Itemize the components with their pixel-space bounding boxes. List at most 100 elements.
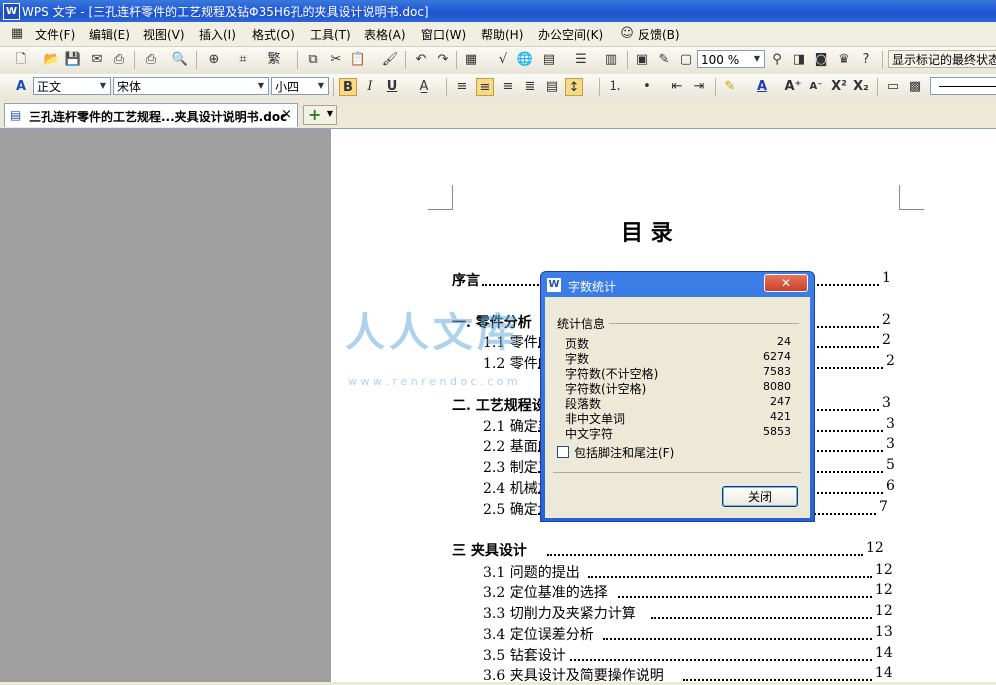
toc-entry-text: 序言 [452,273,480,289]
grow-font-icon[interactable]: A⁺ [784,78,802,96]
wps-app-icon: W [3,3,20,20]
toc-dot-leader [570,659,872,661]
toc-page-number: 12 [866,540,884,556]
save-icon[interactable]: 💾 [64,51,82,69]
zoom-combo[interactable]: 100 % ▼ [697,50,765,68]
email-icon[interactable]: ✉ [88,51,106,69]
align-right-icon[interactable]: ≡ [499,78,517,96]
styles-icon[interactable]: A [12,78,30,96]
italic-button[interactable]: I [361,78,379,96]
open-folder-icon[interactable]: 📂 [43,51,61,69]
menu-window[interactable]: 窗口(W) [421,26,466,43]
toc-dot-leader [651,617,872,619]
formula-icon[interactable]: √ [494,51,512,69]
menu-insert[interactable]: 插入(I) [199,26,236,43]
menu-file[interactable]: 文件(F) [35,26,75,43]
table-icon[interactable]: ▦ [462,51,480,69]
undo-icon[interactable]: ↶ [412,51,430,69]
page-view-icon[interactable]: ▢ [677,51,695,69]
insert-table-icon[interactable]: ▤ [540,51,558,69]
chevron-down-icon: ▼ [317,81,325,90]
menu-tools[interactable]: 工具(T) [310,26,351,43]
spell-check-icon[interactable]: ⌗ [234,51,252,69]
menu-view[interactable]: 视图(V) [143,26,185,43]
menu-feedback[interactable]: 反馈(B) [638,26,680,43]
document-tab[interactable]: ▤ 三孔连杆零件的工艺规程...夹具设计说明书.doc × [4,103,298,127]
copy-icon[interactable]: ⧉ [304,51,322,69]
font-color-button[interactable]: A [753,78,771,96]
align-center-icon[interactable]: ≡ [476,78,494,96]
char-format-icon[interactable]: A̲ [415,78,433,96]
superscript-button[interactable]: X² [830,78,848,96]
new-document-icon[interactable]: 🗋 [12,51,30,69]
toc-heading: 目 录 [621,220,673,246]
insert-textbox-icon[interactable]: ▭ [884,78,902,96]
decrease-indent-icon[interactable]: ⇤ [668,78,686,96]
numbered-list-icon[interactable]: ⒈ [606,78,624,96]
stat-value: 247 [770,395,791,408]
shirt-icon[interactable]: ♛ [835,51,853,69]
border-icon[interactable]: ▩ [906,78,924,96]
underline-button[interactable]: U [383,78,401,96]
hyperlink-icon[interactable]: 🌐 [516,51,534,69]
binoculars-icon[interactable]: ⚲ [768,51,786,69]
toc-entry-text: 3.6 夹具设计及简要操作说明 [483,668,664,684]
watermark-url: w w w . r e n r e n d o c . c o m [348,375,518,388]
distribute-icon[interactable]: ▤ [543,78,561,96]
line-spacing-icon[interactable]: ↕ [565,78,583,96]
menu-table[interactable]: 表格(A) [364,26,406,43]
drawing-icon[interactable]: ✎ [655,51,673,69]
document-map-icon[interactable]: ▣ [633,51,651,69]
read-mode-icon[interactable]: ◨ [790,51,808,69]
bullet-list-icon[interactable]: • [638,78,656,96]
close-tab-icon[interactable]: × [281,107,292,122]
menu-format[interactable]: 格式(O) [252,26,295,43]
highlighter-icon[interactable]: ✎ [721,78,739,96]
font-size-combo[interactable]: 小四 ▼ [271,77,329,95]
markup-mode-combo[interactable]: 显示标记的最终状态 [888,50,996,68]
font-combo[interactable]: 宋体 ▼ [113,77,269,95]
toc-dot-leader [588,576,872,578]
traditional-chinese-icon[interactable]: 繁 [265,51,283,69]
dialog-divider [553,472,801,473]
toc-dot-leader [618,596,872,598]
format-painter-icon[interactable]: 🖌 [381,51,399,69]
export-pdf-icon[interactable]: ⎙ [110,51,128,69]
window-title: WPS 文字 - [三孔连杆零件的工艺规程及钻Φ35H6孔的夹具设计说明书.do… [22,5,429,19]
align-left-icon[interactable]: ≡ [453,78,471,96]
stat-value: 8080 [763,380,791,393]
paste-icon[interactable]: 📋 [349,51,367,69]
menu-bar: ▦ 文件(F) 编辑(E) 视图(V) 插入(I) 格式(O) 工具(T) 表格… [0,22,996,47]
menu-office-space[interactable]: 办公空间(K) [538,26,603,43]
dialog-title: 字数统计 [568,280,617,294]
cut-icon[interactable]: ✂ [327,51,345,69]
toc-page-number: 6 [886,478,895,494]
redo-icon[interactable]: ↷ [434,51,452,69]
menu-doc-icon: ▦ [10,26,24,41]
insert-page-icon[interactable]: ⊕ [205,51,223,69]
menu-edit[interactable]: 编辑(E) [89,26,130,43]
help-icon[interactable]: ? [857,51,875,69]
print-preview-icon[interactable]: 🔍 [171,51,189,69]
bold-button[interactable]: B [339,78,357,96]
increase-indent-icon[interactable]: ⇥ [690,78,708,96]
toc-page-number: 12 [875,603,893,619]
columns-icon[interactable]: ☰ [572,51,590,69]
menu-help[interactable]: 帮助(H) [481,26,523,43]
dialog-close-icon[interactable]: ✕ [764,274,808,292]
shrink-font-icon[interactable]: A⁻ [807,78,825,96]
close-button[interactable]: 关闭 [722,486,798,507]
justify-icon[interactable]: ≣ [521,78,539,96]
new-tab-button[interactable]: + ▼ [303,105,337,125]
toc-page-number: 3 [886,436,895,452]
footnotes-checkbox[interactable] [557,446,569,458]
toc-dot-leader [547,554,863,556]
print-icon[interactable]: ⎙ [142,51,160,69]
toc-entry-text: 3.1 问题的提出 [483,565,580,581]
chart-icon[interactable]: ▥ [602,51,620,69]
toc-page-number: 13 [875,624,893,640]
subscript-button[interactable]: X₂ [852,78,870,96]
border-line-combo[interactable] [930,77,996,95]
template-icon[interactable]: ◙ [812,51,830,69]
style-combo[interactable]: 正文 ▼ [33,77,111,95]
